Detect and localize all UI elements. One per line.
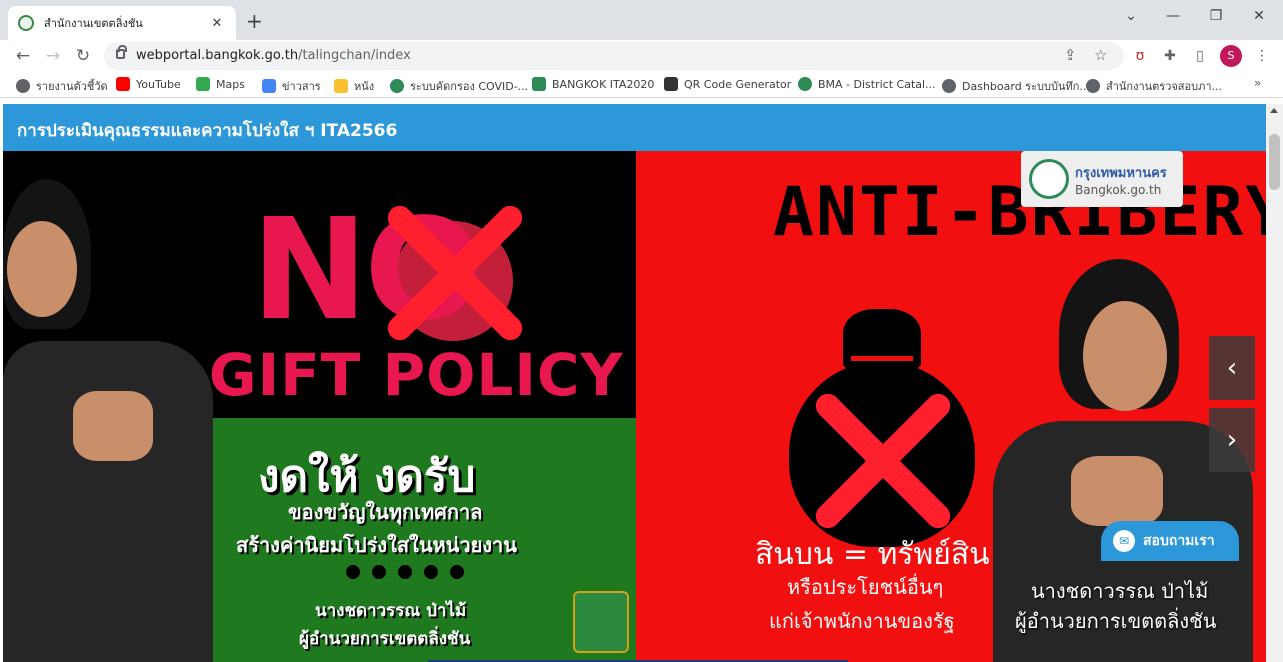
share-icon[interactable]: ⇪ (1064, 46, 1077, 64)
bma-icon (390, 79, 404, 93)
tab-close-icon[interactable]: ✕ (208, 16, 226, 31)
director-position-right: ผู้อำนวยการเขตตลิ่งชัน (1015, 609, 1217, 633)
hero-banner[interactable]: NO GIFT POLICY งดให้ งดรับ ของขวัญในทุกเ… (3, 151, 1266, 662)
star-icon[interactable]: ☆ (1094, 46, 1107, 64)
bookmarks-bar: รายงานตัวชี้วัด YouTube Maps ข่าวสาร หนั… (0, 72, 1283, 98)
person-left (3, 341, 213, 662)
bookmark-item[interactable]: BANGKOK ITA2020 (532, 77, 654, 91)
news-icon (262, 79, 276, 93)
bma-favicon-icon (18, 15, 34, 31)
money-bag-band (851, 356, 913, 361)
bookmark-item[interactable]: ข่าวสาร (262, 77, 321, 95)
bookmark-item[interactable]: สำนักงานตรวจสอบภา... (1086, 77, 1222, 95)
url-host: webportal.bangkok.go.th (136, 48, 299, 63)
bma-icon (798, 77, 812, 91)
back-button[interactable]: ← (10, 43, 36, 69)
url-path: /talingchan/index (298, 48, 411, 63)
bribe-definition-line-3: แก่เจ้าพนักงานของรัฐ (769, 609, 955, 633)
chat-button-label: สอบถามเรา (1143, 533, 1215, 549)
bookmark-item[interactable]: หนัง (334, 77, 374, 95)
globe-icon (1086, 79, 1100, 93)
bookmark-item[interactable]: ระบบคัดกรอง COVID-... (390, 77, 528, 95)
bma-logo: กรุงเทพมหานคร Bangkok.go.th (1021, 151, 1183, 207)
bookmark-item[interactable]: QR Code Generator (664, 77, 791, 91)
scroll-up-icon[interactable] (1270, 108, 1278, 113)
person-icon (532, 77, 546, 91)
person-right-face (1083, 301, 1167, 411)
bma-logo-english: Bangkok.go.th (1075, 182, 1162, 197)
bookmark-item[interactable]: Dashboard ระบบบันทึก... (942, 77, 1090, 95)
director-name-left: นางชดาวรรณ ป่าไม้ (315, 601, 467, 621)
tab-strip: สำนักงานเขตตลิ่งชัน ✕ + ⌄ — ❐ ✕ (0, 0, 1283, 40)
forward-button[interactable]: → (40, 43, 66, 69)
carousel-next-button[interactable]: › (1209, 408, 1255, 472)
director-name-right: นางชดาวรรณ ป่าไม้ (1031, 579, 1209, 603)
page-title[interactable]: การประเมินคุณธรรมและความโปร่งใส ฯ ITA256… (17, 117, 397, 144)
person-left-hands (73, 391, 153, 461)
extension-icon[interactable]: ʊ (1128, 44, 1152, 68)
maps-icon (196, 77, 210, 91)
gift-policy-text: GIFT POLICY (209, 341, 624, 409)
decorative-dots (346, 565, 464, 579)
tab-search-button[interactable]: ⌄ (1116, 8, 1146, 24)
puzzle-icon[interactable]: ✚ (1158, 44, 1182, 68)
lock-icon[interactable] (116, 45, 127, 59)
minimize-button[interactable]: — (1158, 8, 1188, 24)
bookmark-item[interactable]: Maps (196, 77, 245, 91)
district-seal-icon (573, 591, 629, 653)
folder-icon (334, 79, 348, 93)
bma-logo-thai: กรุงเทพมหานคร (1075, 165, 1167, 181)
director-position-left: ผู้อำนวยการเขตตลิ่งชัน (299, 629, 471, 649)
globe-icon (942, 79, 956, 93)
green-line-1: ของขวัญในทุกเทศกาล (288, 500, 483, 524)
person-right-hands (1071, 456, 1163, 526)
bma-seal-icon (1029, 159, 1069, 199)
messenger-icon: ✉ (1113, 530, 1135, 552)
page-header[interactable]: การประเมินคุณธรรมและความโปร่งใส ฯ ITA256… (3, 104, 1266, 151)
green-line-2: สร้างค่านิยมโปร่งใสในหน่วยงาน (236, 533, 517, 557)
url-text[interactable]: webportal.bangkok.go.th/talingchan/index (136, 48, 411, 63)
bookmark-item[interactable]: BMA - District Catal... (798, 77, 936, 91)
scroll-thumb[interactable] (1269, 134, 1280, 190)
tab-title: สำนักงานเขตตลิ่งชัน (44, 17, 143, 30)
maximize-button[interactable]: ❐ (1201, 8, 1231, 24)
anti-bribery-title: ANTI-BRIBERY PO (773, 173, 1266, 252)
new-tab-button[interactable]: + (246, 9, 263, 33)
bookmark-item[interactable]: YouTube (116, 77, 181, 91)
reload-button[interactable]: ↻ (70, 43, 96, 69)
bookmark-item[interactable]: รายงานตัวชี้วัด (16, 77, 108, 95)
menu-icon[interactable]: ⋮ (1250, 44, 1274, 68)
bookmarks-overflow-icon[interactable]: » (1254, 76, 1261, 90)
qr-icon (664, 77, 678, 91)
bribe-definition-line-2: หรือประโยชน์อื่นๆ (787, 575, 944, 599)
web-page: การประเมินคุณธรรมและความโปร่งใส ฯ ITA256… (3, 104, 1266, 662)
profile-avatar[interactable]: S (1220, 45, 1242, 67)
browser-tab[interactable]: สำนักงานเขตตลิ่งชัน ✕ (8, 6, 236, 40)
person-left-face (7, 221, 77, 317)
carousel-prev-button[interactable]: ‹ (1209, 336, 1255, 400)
youtube-icon (116, 77, 130, 91)
messenger-chat-button[interactable]: ✉ สอบถามเรา (1101, 521, 1239, 561)
browser-toolbar: ← → ↻ webportal.bangkok.go.th/talingchan… (0, 40, 1283, 72)
globe-icon (16, 79, 30, 93)
cross-mark-icon (395, 213, 515, 333)
address-bar[interactable]: webportal.bangkok.go.th/talingchan/index… (104, 42, 1124, 70)
sidepanel-icon[interactable]: ▯ (1188, 44, 1212, 68)
close-window-button[interactable]: ✕ (1244, 8, 1274, 24)
cross-mark-icon (823, 401, 943, 521)
page-scrollbar[interactable] (1266, 104, 1283, 662)
